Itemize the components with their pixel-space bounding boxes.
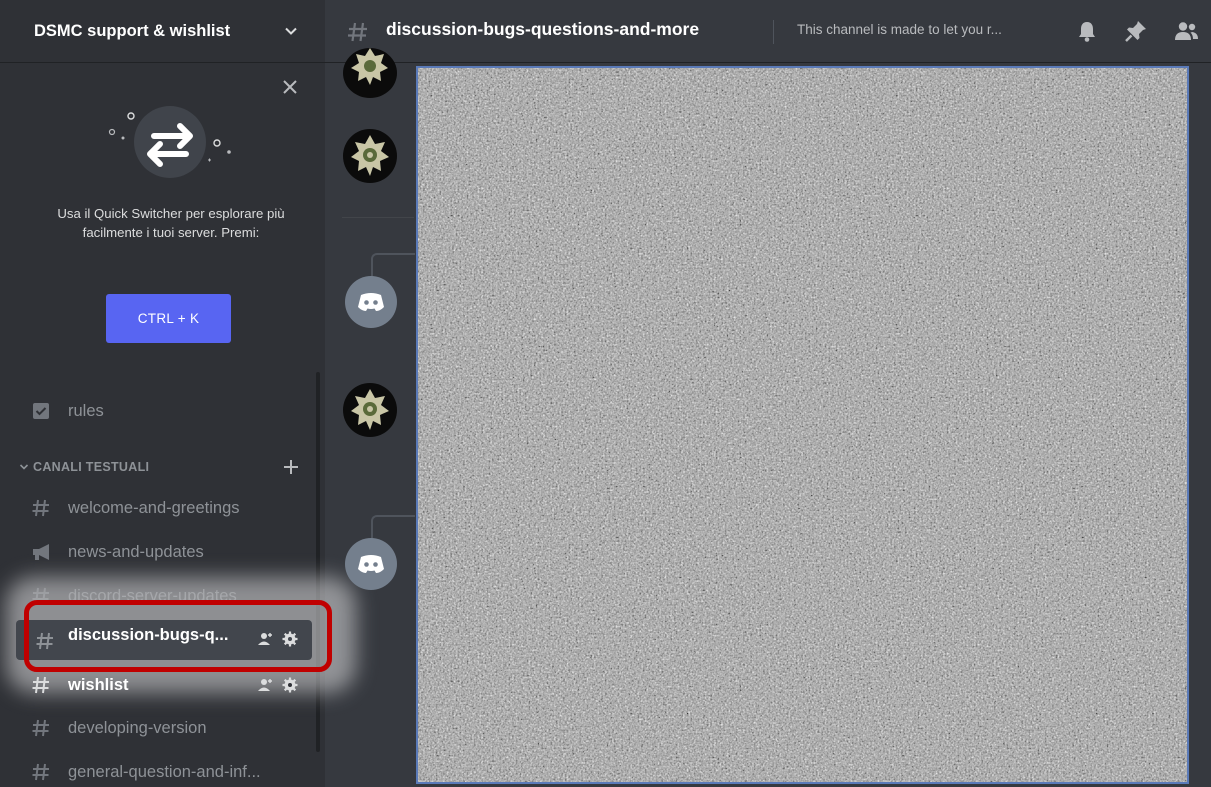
close-icon[interactable]: [279, 76, 301, 98]
avatar[interactable]: [343, 383, 397, 437]
avatar[interactable]: [343, 129, 397, 183]
discord-logo-icon: [358, 555, 384, 573]
rules-checkbox-icon: [30, 400, 56, 422]
channel-developing-version[interactable]: developing-version: [30, 711, 207, 745]
channel-rules[interactable]: rules: [30, 394, 104, 428]
header-divider: [773, 20, 774, 44]
hash-icon: [30, 717, 56, 739]
noise-image: [418, 68, 1187, 782]
quick-switcher-shortcut-button[interactable]: CTRL + K: [106, 294, 231, 343]
megaphone-icon: [30, 541, 56, 563]
channel-wishlist[interactable]: wishlist: [30, 668, 129, 702]
image-attachment[interactable]: [416, 66, 1189, 784]
channel-header: discussion-bugs-questions-and-more This …: [325, 0, 1211, 63]
badge-emblem-icon: [351, 135, 389, 176]
invite-member-icon[interactable]: [256, 676, 274, 694]
channel-general-question[interactable]: general-question-and-inf...: [30, 755, 261, 787]
chevron-down-icon: [19, 464, 29, 470]
quick-switcher-promo: Usa il Quick Switcher per esplorare più …: [12, 68, 315, 360]
pin-icon[interactable]: [1123, 18, 1149, 44]
channel-title: discussion-bugs-questions-and-more: [386, 19, 700, 39]
channel-welcome[interactable]: welcome-and-greetings: [30, 491, 240, 525]
switch-arrows-icon: [108, 106, 231, 178]
channel-label: news-and-updates: [68, 542, 204, 561]
channel-news[interactable]: news-and-updates: [30, 535, 204, 569]
channel-label: welcome-and-greetings: [68, 498, 240, 517]
channel-topic[interactable]: This channel is made to let you r...: [797, 22, 1002, 37]
quick-switcher-text: Usa il Quick Switcher per esplorare più …: [57, 206, 285, 240]
gear-icon[interactable]: [282, 677, 298, 693]
hash-icon: [30, 497, 56, 519]
message-divider: [342, 217, 414, 218]
hash-icon: [30, 761, 56, 783]
channel-label: wishlist: [68, 675, 129, 694]
badge-emblem-icon: [351, 389, 389, 430]
channel-label: developing-version: [68, 718, 207, 737]
avatar[interactable]: [343, 48, 397, 98]
category-header[interactable]: CANALI TESTUALI: [18, 460, 149, 474]
channel-label: general-question-and-inf...: [68, 762, 261, 781]
channel-actions: [256, 676, 298, 694]
hash-icon: [30, 674, 56, 696]
add-channel-icon[interactable]: [281, 457, 301, 477]
chevron-down-icon: [285, 27, 297, 35]
discord-bot-avatar[interactable]: [345, 538, 397, 590]
hash-icon: [348, 22, 367, 42]
member-list-icon[interactable]: [1173, 18, 1199, 44]
discord-bot-avatar[interactable]: [345, 276, 397, 328]
bell-icon[interactable]: [1074, 18, 1100, 44]
server-header[interactable]: DSMC support & wishlist: [0, 0, 325, 63]
selection-highlight: [24, 600, 332, 672]
channel-label: rules: [68, 401, 104, 420]
category-label: CANALI TESTUALI: [33, 460, 150, 474]
discord-logo-icon: [358, 293, 384, 311]
server-name: DSMC support & wishlist: [34, 21, 231, 40]
badge-emblem-icon: [351, 48, 388, 85]
sidebar-scrollbar[interactable]: [316, 372, 320, 752]
